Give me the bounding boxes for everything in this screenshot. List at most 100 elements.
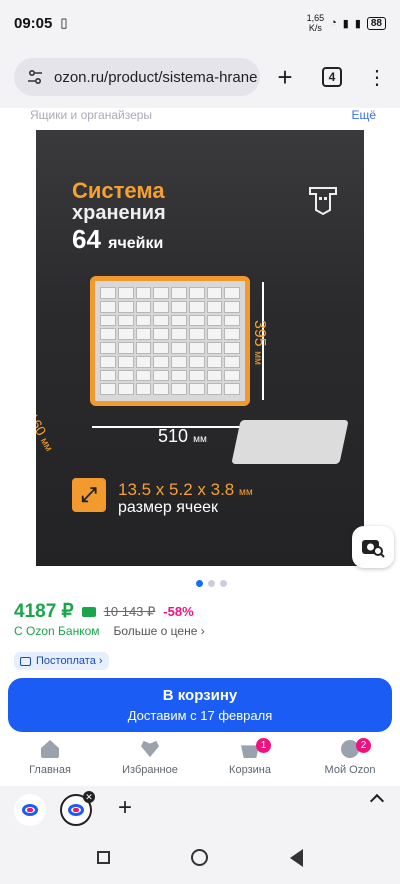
network-speed-value: 1,65	[306, 13, 325, 23]
organizer-drawer	[135, 383, 152, 395]
recents-icon[interactable]	[97, 851, 110, 864]
organizer-drawer	[171, 287, 187, 299]
nav-favorites-label: Избранное	[122, 764, 178, 776]
network-speed-unit: K/s	[308, 23, 322, 33]
height-dimension-label: 395 мм	[250, 320, 268, 365]
organizer-drawer	[188, 369, 205, 382]
organizer-drawer	[188, 328, 205, 340]
cart-badge: 1	[256, 738, 271, 753]
status-bar: 09:05 ▯ 1,65 K/s ◔ ▮ ▮ 88	[0, 0, 400, 46]
breadcrumb: Ящики и органайзеры Ещё	[0, 108, 400, 124]
nav-home[interactable]: Главная	[0, 740, 100, 784]
heart-icon	[141, 740, 159, 758]
organizer-drawer	[117, 328, 134, 340]
ozon-favicon-icon	[22, 804, 38, 816]
hero-title-word: ячейки	[108, 235, 164, 252]
organizer-drawers	[100, 287, 240, 395]
hero-title-line1: Система	[72, 178, 165, 203]
organizer-drawer	[171, 314, 187, 327]
organizer-drawer	[100, 287, 116, 299]
url-bar[interactable]: ozon.ru/product/sistema-hrane	[14, 58, 260, 96]
organizer-drawer	[135, 328, 152, 340]
organizer-drawer	[153, 328, 169, 340]
organizer-drawer	[153, 383, 169, 395]
postpay-label: Постоплата ›	[36, 655, 103, 667]
organizer-drawer	[171, 342, 187, 354]
discount-badge: -58%	[163, 604, 194, 619]
status-right: 1,65 K/s ◔ ▮ ▮ 88	[307, 13, 386, 33]
tab-count: 4	[322, 67, 342, 87]
organizer-drawer	[153, 314, 169, 327]
organizer-drawer	[188, 314, 205, 327]
height-value: 395	[251, 320, 268, 347]
organizer-drawer	[206, 314, 223, 327]
menu-icon[interactable]: ⋮	[360, 60, 394, 94]
nav-my-ozon[interactable]: 2 Мой Ozon	[300, 738, 400, 784]
hero-title-number: 64 ячейки	[72, 224, 163, 255]
tab-switcher-button[interactable]: 4	[315, 60, 349, 94]
organizer-drawer	[100, 342, 116, 354]
nav-cart-label: Корзина	[229, 764, 271, 776]
wifi-icon: ◔	[330, 17, 337, 29]
nav-cart[interactable]: 1 Корзина	[200, 738, 300, 784]
url-text[interactable]: ozon.ru/product/sistema-hrane	[54, 69, 257, 86]
breadcrumb-more[interactable]: Ещё	[351, 108, 376, 122]
carousel-dot[interactable]	[220, 580, 227, 587]
organizer-drawer	[117, 300, 134, 313]
postpay-badge[interactable]: Постоплата ›	[14, 652, 109, 670]
chevron-up-icon[interactable]	[369, 793, 385, 809]
cell-size-unit: мм	[238, 487, 253, 498]
parts-box-illustration	[231, 420, 349, 464]
organizer-drawer	[188, 342, 205, 354]
image-search-icon	[362, 540, 385, 558]
tab-ozon-1[interactable]	[14, 794, 46, 826]
organizer-drawer	[224, 314, 240, 327]
organizer-drawer	[224, 342, 240, 354]
organizer-drawer	[117, 355, 134, 368]
organizer-drawer	[188, 355, 205, 368]
home-system-icon[interactable]	[191, 849, 208, 866]
wallet-icon	[81, 606, 96, 617]
add-to-cart-button[interactable]: В корзину Доставим с 17 февраля	[8, 678, 392, 732]
image-search-button[interactable]	[352, 526, 394, 568]
organizer-drawer	[100, 369, 116, 382]
width-value: 510	[158, 426, 189, 446]
cart-button-title: В корзину	[162, 687, 238, 704]
vibrate-icon: ▯	[60, 15, 68, 30]
add-tab-icon[interactable]: +	[118, 794, 132, 822]
organizer-drawer	[135, 355, 152, 368]
carousel-dot[interactable]	[208, 580, 215, 587]
current-price: 4187 ₽	[14, 601, 74, 622]
organizer-drawer	[206, 369, 223, 382]
organizer-drawer	[188, 287, 205, 299]
organizer-illustration	[90, 276, 250, 406]
nav-my-ozon-label: Мой Ozon	[324, 764, 376, 776]
signal-icon-2: ▮	[354, 17, 361, 30]
back-icon[interactable]	[290, 849, 303, 867]
tab-ozon-2[interactable]: ✕	[60, 791, 95, 826]
nav-favorites[interactable]: Избранное	[100, 740, 200, 784]
site-settings-icon[interactable]	[26, 68, 44, 86]
system-navigation	[0, 832, 400, 884]
nav-home-label: Главная	[29, 764, 71, 776]
organizer-drawer	[153, 300, 169, 313]
close-tab-icon[interactable]: ✕	[83, 791, 95, 803]
organizer-drawer	[188, 300, 205, 313]
organizer-drawer	[224, 300, 240, 313]
old-price: 10 143 ₽	[103, 603, 156, 619]
brand-logo-icon	[309, 187, 337, 216]
card-icon	[20, 657, 31, 666]
product-image[interactable]: Система хранения 64 ячейки 395 мм 510 мм…	[36, 130, 364, 566]
organizer-drawer	[117, 369, 134, 382]
bank-label: С Ozon Банком	[14, 624, 100, 638]
breadcrumb-left[interactable]: Ящики и органайзеры	[30, 108, 152, 122]
carousel-dot[interactable]	[196, 580, 203, 587]
organizer-drawer	[117, 314, 134, 327]
network-speed: 1,65 K/s	[307, 13, 325, 33]
new-tab-button[interactable]: +	[268, 60, 302, 94]
more-price-link[interactable]: Больше о цене ›	[114, 624, 205, 638]
bottom-nav: Главная Избранное 1 Корзина 2 Мой Ozon	[0, 738, 400, 784]
organizer-drawer	[153, 342, 169, 354]
home-icon	[41, 740, 59, 758]
organizer-drawer	[100, 383, 116, 395]
